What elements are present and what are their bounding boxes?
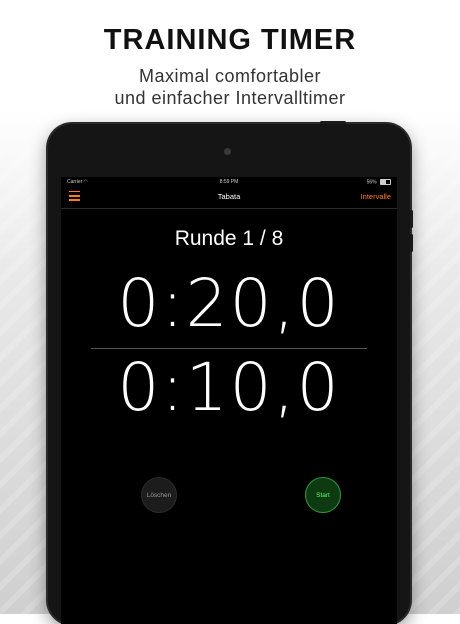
status-battery: 56%	[367, 179, 391, 185]
front-camera	[224, 148, 231, 155]
tablet-top-button	[320, 121, 346, 124]
tablet-volume-up-button	[410, 210, 413, 228]
battery-icon	[380, 179, 391, 185]
intervals-button[interactable]: Intervalle	[361, 192, 391, 201]
promo-subline-2: und einfacher Intervalltimer	[114, 88, 346, 108]
secondary-timer: 0:10,0	[117, 349, 341, 426]
status-time: 8:59 PM	[219, 179, 239, 185]
primary-timer: 0:20,0	[117, 265, 341, 342]
navigation-bar: Tabata Intervalle	[61, 186, 397, 209]
promo-headline: TRAINING TIMER	[103, 24, 357, 56]
tablet-volume-down-button	[410, 234, 413, 252]
app-screen: Carrier ◠ 8:59 PM 56% Tabata Intervalle …	[61, 177, 397, 624]
status-bar: Carrier ◠ 8:59 PM 56%	[61, 177, 397, 186]
nav-title: Tabata	[217, 192, 241, 201]
tablet-device: Carrier ◠ 8:59 PM 56% Tabata Intervalle …	[48, 121, 413, 624]
clear-button[interactable]: Löschen	[141, 477, 177, 513]
round-counter: Runde 1 / 8	[174, 227, 284, 250]
start-button[interactable]: Start	[305, 477, 341, 513]
promo-subline-1: Maximal comfortabler	[138, 66, 322, 86]
